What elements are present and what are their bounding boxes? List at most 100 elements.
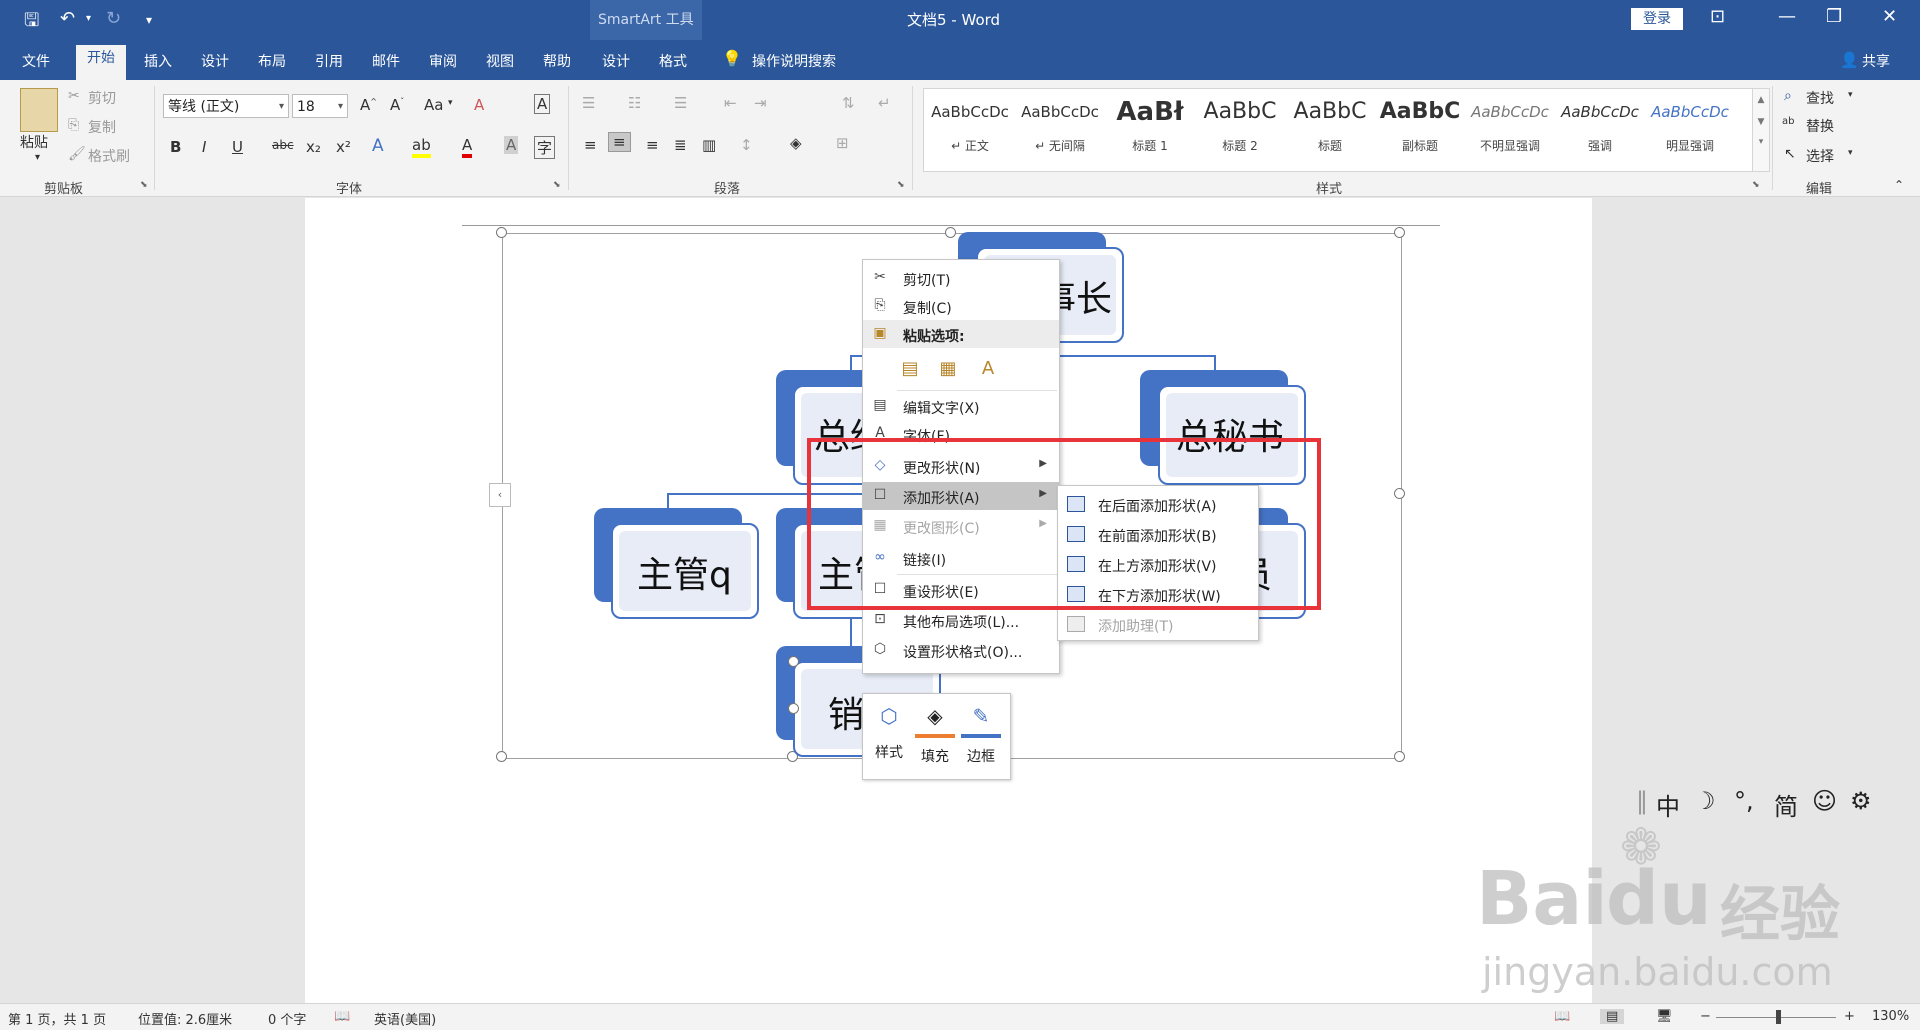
multilevel-list-icon[interactable]: ☰ <box>674 94 687 112</box>
menu-item-more-layout-options[interactable]: ⊡ 其他布局选项(L)... <box>863 606 1059 634</box>
shape-outline-button[interactable]: ✎ 边框 <box>961 704 1001 766</box>
sort-icon[interactable]: ⇅ <box>842 94 855 112</box>
paste-icon[interactable] <box>20 88 58 132</box>
style-item[interactable]: AaBbCcDc ↵ 无间隔 <box>1018 95 1102 161</box>
enclose-character-icon[interactable]: 字 <box>534 136 556 159</box>
zoom-in-icon[interactable]: + <box>1844 1009 1855 1024</box>
resize-handle[interactable] <box>1394 488 1405 499</box>
ime-settings-icon[interactable]: ⚙ <box>1850 787 1872 815</box>
status-language[interactable]: 英语(美国) <box>374 1009 436 1028</box>
clear-formatting-icon[interactable]: A <box>474 96 484 114</box>
styles-gallery-scroll[interactable]: ▲ ▼ ▾ <box>1752 88 1770 172</box>
character-shading-icon[interactable]: A <box>504 136 519 154</box>
increase-indent-icon[interactable]: ⇥ <box>754 94 767 112</box>
style-item[interactable]: AaBbC 标题 <box>1288 95 1372 161</box>
undo-icon[interactable]: ↶ <box>60 8 75 29</box>
menu-item-format-shape[interactable]: ⬡ 设置形状格式(O)... <box>863 636 1059 664</box>
login-button[interactable]: 登录 <box>1631 8 1683 30</box>
underline-icon[interactable]: U <box>232 138 243 156</box>
more-styles-icon[interactable]: ▾ <box>1753 137 1769 147</box>
style-item[interactable]: AaBbC 标题 2 <box>1198 95 1282 161</box>
tab-review[interactable]: 审阅 <box>429 51 457 71</box>
tab-smartart-design[interactable]: 设计 <box>602 51 630 71</box>
close-icon[interactable]: ✕ <box>1882 6 1897 27</box>
ime-punctuation-toggle[interactable]: °, <box>1734 787 1754 815</box>
style-item[interactable]: AaBł 标题 1 <box>1108 95 1192 161</box>
customize-quick-access-icon[interactable]: ▾ <box>146 13 152 27</box>
grow-font-icon[interactable]: A^ <box>360 96 377 114</box>
status-page[interactable]: 第 1 页，共 1 页 <box>8 1009 106 1028</box>
font-color-icon[interactable]: A <box>462 136 473 158</box>
ime-language-toggle[interactable]: 中 <box>1656 787 1680 822</box>
styles-launcher-icon[interactable]: ⬊ <box>1752 180 1760 190</box>
tab-design[interactable]: 设计 <box>201 51 229 71</box>
menu-item-copy[interactable]: ⎘ 复制(C) <box>863 292 1059 320</box>
clipboard-launcher-icon[interactable]: ⬊ <box>140 180 148 190</box>
select-button[interactable]: 选择 <box>1806 146 1834 166</box>
tab-home[interactable]: 开始 <box>76 45 126 80</box>
select-dropdown-icon[interactable]: ▾ <box>1848 148 1853 158</box>
undo-dropdown-icon[interactable]: ▾ <box>86 13 91 24</box>
copy-button[interactable]: 复制 <box>88 117 116 137</box>
style-item[interactable]: AaBbCcDc 强调 <box>1558 95 1642 161</box>
ime-halfwidth-icon[interactable]: ☽ <box>1694 787 1716 815</box>
text-pane-toggle-icon[interactable]: ‹ <box>489 483 511 507</box>
resize-handle[interactable] <box>945 227 956 238</box>
zoom-out-icon[interactable]: − <box>1700 1009 1711 1024</box>
paragraph-launcher-icon[interactable]: ⬊ <box>897 180 905 190</box>
character-border-icon[interactable]: A <box>534 94 551 114</box>
resize-handle[interactable] <box>496 751 507 762</box>
tab-view[interactable]: 视图 <box>486 51 514 71</box>
text-effects-icon[interactable]: A <box>372 136 384 156</box>
minimize-icon[interactable]: — <box>1778 6 1796 27</box>
change-case-button[interactable]: Aa <box>424 96 443 114</box>
align-center-icon[interactable]: ≡ <box>608 132 631 152</box>
bullets-icon[interactable]: ☰ <box>582 94 595 112</box>
status-word-count[interactable]: 0 个字 <box>268 1009 306 1028</box>
chevron-down-icon[interactable]: ▼ <box>1753 117 1769 127</box>
bold-icon[interactable]: B <box>170 138 181 156</box>
chevron-up-icon[interactable]: ▲ <box>1753 95 1769 105</box>
shading-icon[interactable]: ◈ <box>790 134 802 152</box>
read-mode-icon[interactable]: 📖 <box>1554 1009 1570 1024</box>
tab-mailings[interactable]: 邮件 <box>372 51 400 71</box>
subscript-icon[interactable]: x₂ <box>306 138 321 156</box>
style-item[interactable]: AaBbCcDc 明显强调 <box>1648 95 1732 161</box>
share-icon[interactable]: 👤 <box>1840 51 1859 69</box>
shrink-font-icon[interactable]: Aˇ <box>390 96 404 114</box>
paste-dropdown-icon[interactable]: ▾ <box>35 152 40 163</box>
menu-item-edit-text[interactable]: ▤ 编辑文字(X) <box>863 392 1059 420</box>
print-layout-icon[interactable]: ▤ <box>1600 1009 1625 1024</box>
style-item[interactable]: AaBbCcDc 不明显强调 <box>1468 95 1552 161</box>
tab-insert[interactable]: 插入 <box>144 51 172 71</box>
restore-icon[interactable]: ❐ <box>1826 6 1842 27</box>
save-icon[interactable]: 🖫 <box>24 8 39 38</box>
resize-handle[interactable] <box>496 227 507 238</box>
resize-handle[interactable] <box>788 703 799 714</box>
style-item[interactable]: AaBbCcDc ↵ 正文 <box>928 95 1012 161</box>
web-layout-icon[interactable]: 🖥 <box>1656 1009 1673 1024</box>
ime-bar-grip[interactable]: ‖ <box>1636 787 1648 815</box>
decrease-indent-icon[interactable]: ⇤ <box>724 94 737 112</box>
format-painter-button[interactable]: 格式刷 <box>88 146 130 166</box>
paste-button[interactable]: 粘贴 <box>20 132 48 152</box>
menu-item-cut[interactable]: ✂ 剪切(T) <box>863 264 1059 292</box>
paste-keep-source-icon[interactable]: ▤ <box>901 358 919 379</box>
redo-icon[interactable]: ↻ <box>106 8 121 29</box>
ime-script-toggle[interactable]: 简 <box>1774 787 1798 822</box>
cut-button[interactable]: 剪切 <box>88 88 116 108</box>
collapse-ribbon-icon[interactable]: ⌃ <box>1894 178 1904 192</box>
resize-handle[interactable] <box>1394 751 1405 762</box>
paste-text-only-icon[interactable]: A <box>979 358 997 379</box>
font-size-combo[interactable]: 18 ▾ <box>292 94 348 118</box>
resize-handle[interactable] <box>1394 227 1405 238</box>
zoom-level[interactable]: 130% <box>1872 1009 1909 1024</box>
align-left-icon[interactable]: ≡ <box>584 136 597 154</box>
shape-style-button[interactable]: ⬡ 样式 <box>869 704 909 762</box>
justify-icon[interactable]: ≣ <box>674 136 687 154</box>
numbering-icon[interactable]: ☷ <box>628 94 641 112</box>
find-dropdown-icon[interactable]: ▾ <box>1848 90 1853 100</box>
italic-icon[interactable]: I <box>202 138 206 156</box>
share-button[interactable]: 共享 <box>1862 51 1890 71</box>
tab-references[interactable]: 引用 <box>315 51 343 71</box>
